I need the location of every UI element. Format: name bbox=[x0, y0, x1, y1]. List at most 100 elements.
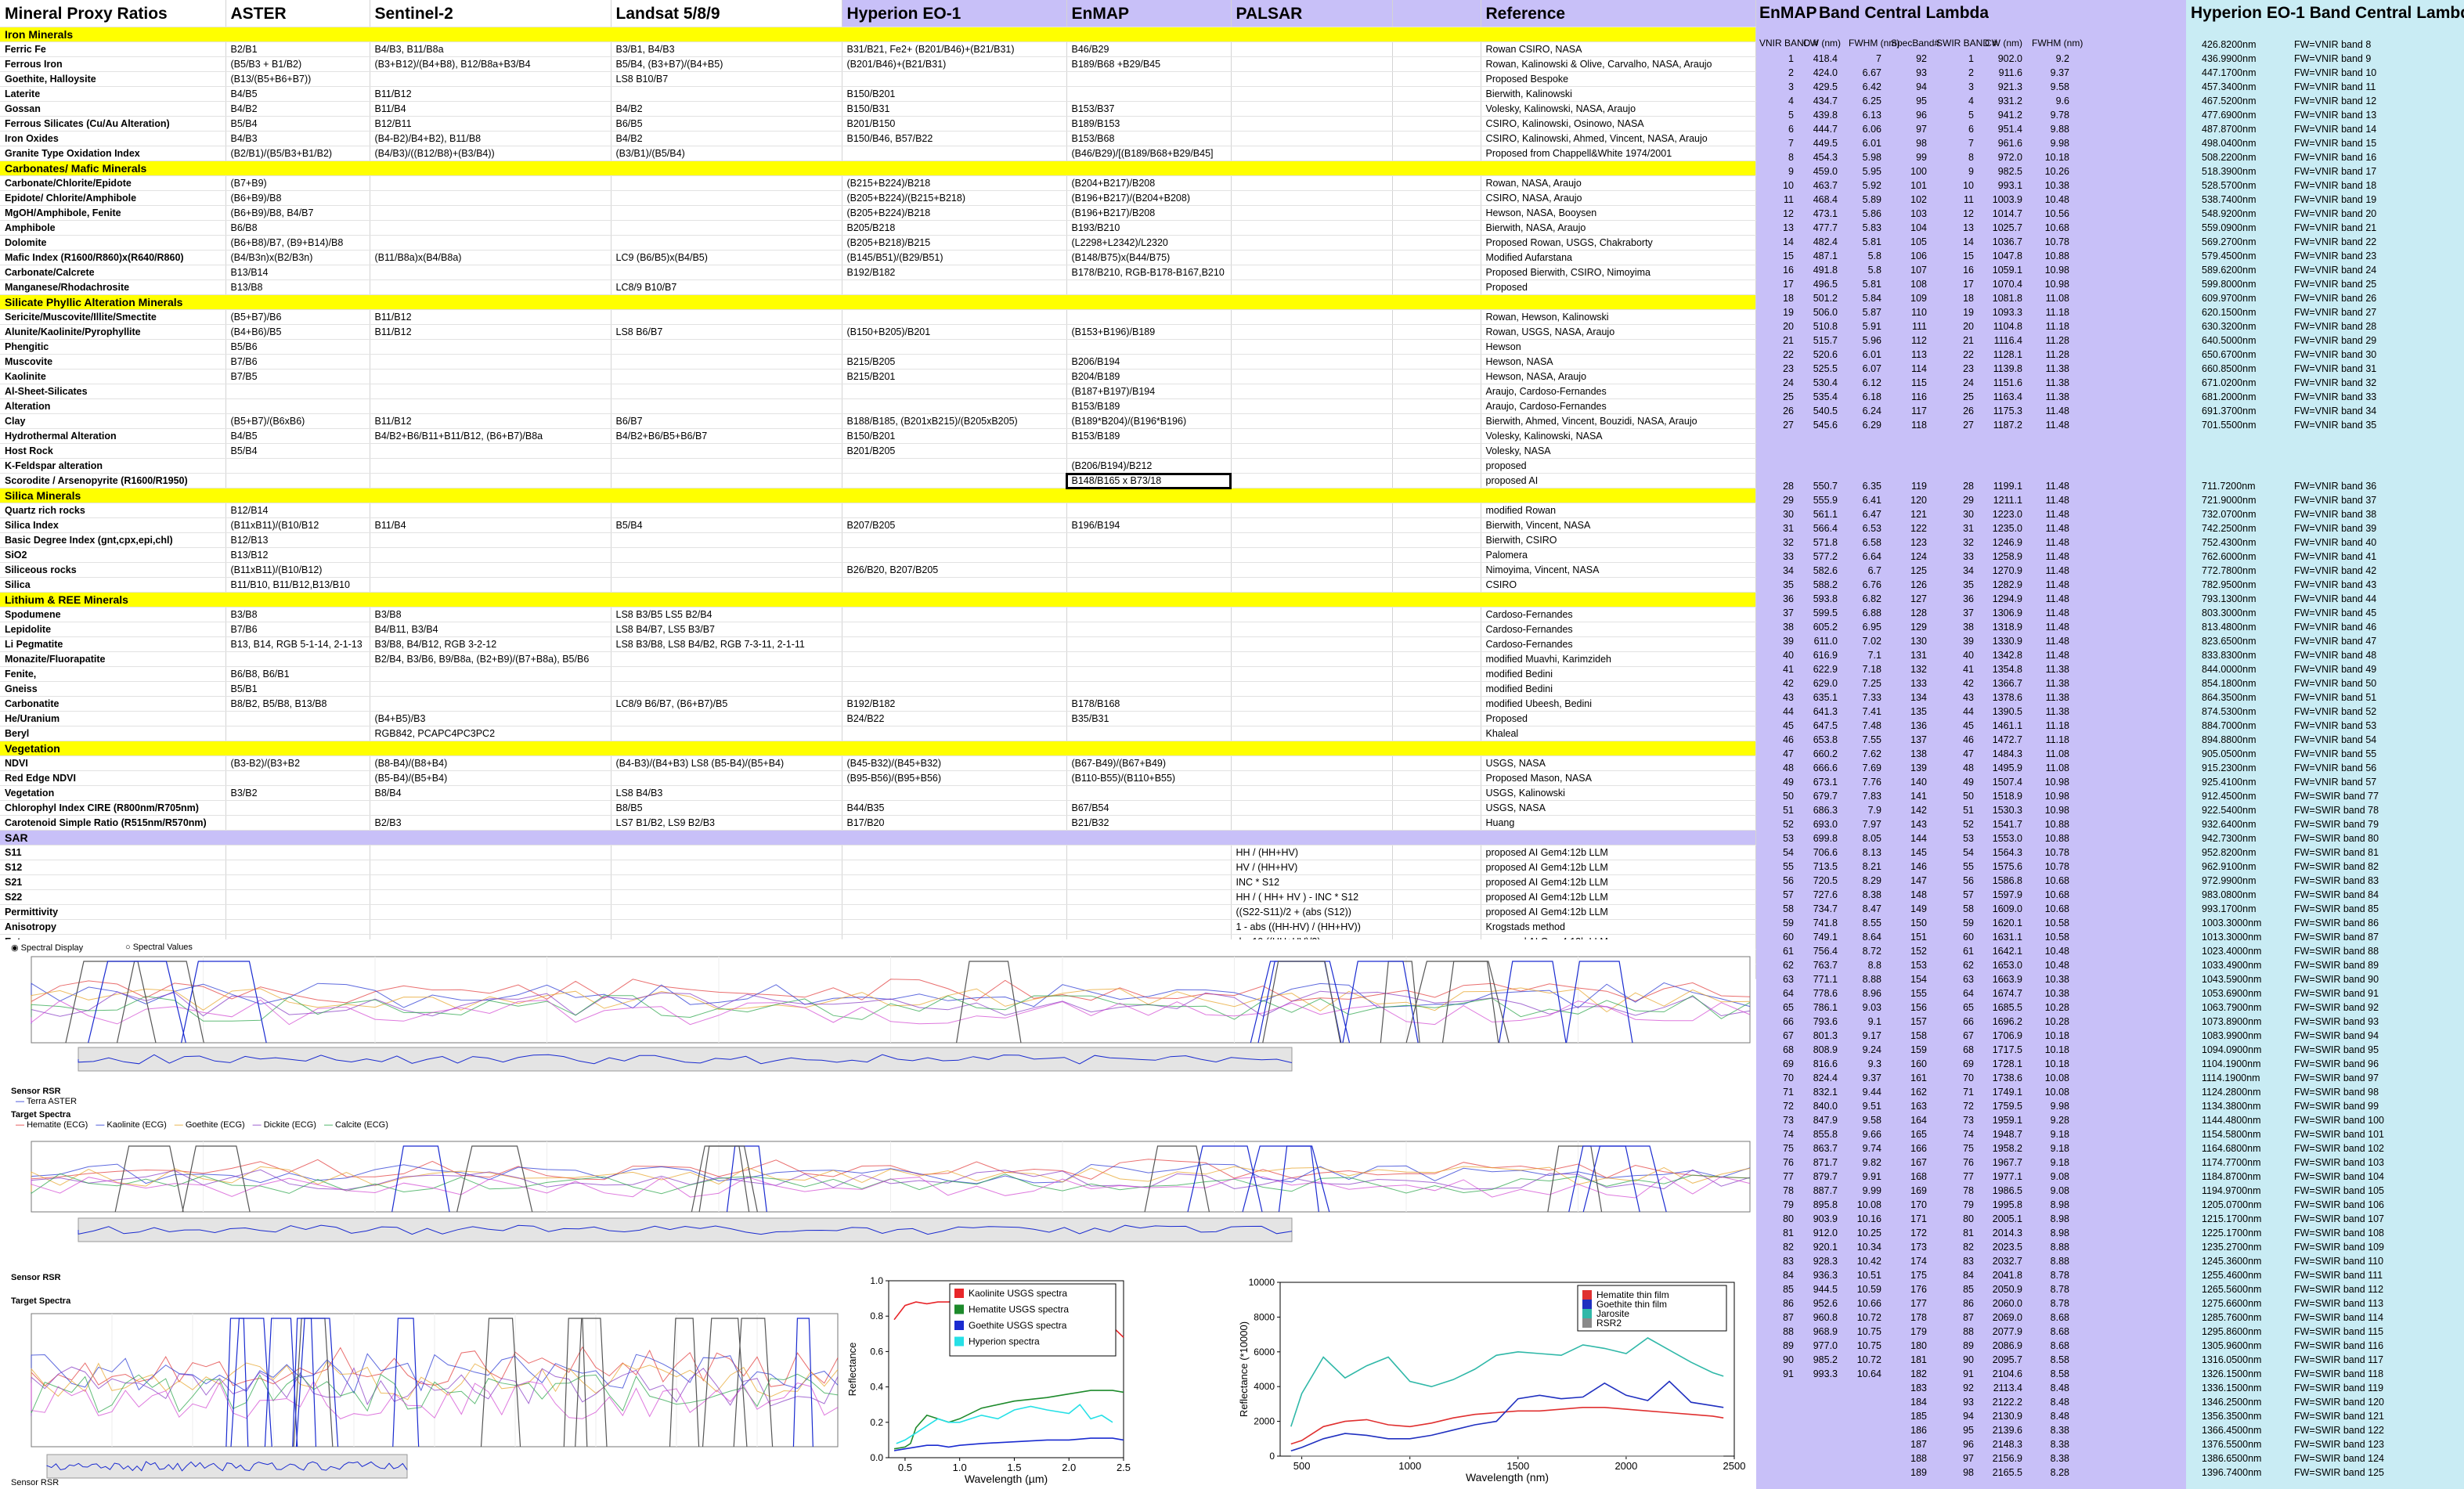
enmap-cell[interactable]: 27 bbox=[1751, 418, 1794, 432]
enmap-cell[interactable]: 11.38 bbox=[2027, 376, 2069, 390]
enmap-cell[interactable]: 13 bbox=[1751, 221, 1794, 235]
enmap-cell[interactable]: 148 bbox=[1885, 888, 1927, 902]
hyperion-band-label[interactable]: FW=VNIR band 33 bbox=[2294, 390, 2376, 404]
enmap-cell[interactable]: 10.48 bbox=[2027, 944, 2069, 958]
cell[interactable]: B12/B14 bbox=[225, 503, 370, 518]
hyperion-wavelength[interactable]: 477.6900nm bbox=[2202, 108, 2257, 122]
cell[interactable] bbox=[1066, 860, 1232, 875]
hyperion-band-label[interactable]: FW=SWIR band 85 bbox=[2294, 902, 2379, 916]
enmap-cell[interactable]: 26 bbox=[1751, 404, 1794, 418]
enmap-cell[interactable]: 134 bbox=[1885, 690, 1927, 705]
hyperion-wavelength[interactable]: 922.5400nm bbox=[2202, 803, 2257, 817]
enmap-cell[interactable]: 53 bbox=[1751, 831, 1794, 845]
cell[interactable]: HH / ( HH+ HV ) - INC * S12 bbox=[1231, 889, 1393, 905]
cell[interactable] bbox=[842, 681, 1067, 697]
enmap-cell[interactable]: 44 bbox=[1932, 705, 1974, 719]
hyperion-band-label[interactable]: FW=VNIR band 27 bbox=[2294, 305, 2376, 319]
enmap-cell[interactable]: 6.12 bbox=[1839, 376, 1881, 390]
enmap-cell[interactable]: 10.26 bbox=[2027, 164, 2069, 178]
enmap-cell[interactable]: 5.8 bbox=[1839, 249, 1881, 263]
enmap-cell[interactable]: 7.48 bbox=[1839, 719, 1881, 733]
cell[interactable] bbox=[1231, 726, 1393, 741]
enmap-cell[interactable]: 73 bbox=[1751, 1113, 1794, 1127]
enmap-cell[interactable]: 32 bbox=[1932, 535, 1974, 550]
hyperion-band-label[interactable]: FW=VNIR band 24 bbox=[2294, 263, 2376, 277]
enmap-cell[interactable]: 550.7 bbox=[1795, 479, 1838, 493]
enmap-cell[interactable]: 1211.1 bbox=[1980, 493, 2022, 507]
cell[interactable] bbox=[225, 651, 370, 667]
enmap-cell[interactable]: 11.38 bbox=[2027, 662, 2069, 676]
enmap-cell[interactable]: 1059.1 bbox=[1980, 263, 2022, 277]
overview-strip[interactable] bbox=[78, 1217, 1293, 1242]
cell[interactable] bbox=[225, 384, 370, 399]
enmap-cell[interactable]: 56 bbox=[1751, 874, 1794, 888]
enmap-cell[interactable]: 11.48 bbox=[2027, 620, 2069, 634]
cell[interactable] bbox=[1066, 726, 1232, 741]
hyperion-wavelength[interactable]: 467.5200nm bbox=[2202, 94, 2257, 108]
enmap-cell[interactable]: 2148.3 bbox=[1980, 1437, 2022, 1451]
cell[interactable]: (B6+B9)/B8, B4/B7 bbox=[225, 205, 370, 221]
cell[interactable] bbox=[225, 904, 370, 920]
hyperion-band-label[interactable]: FW=SWIR band 101 bbox=[2294, 1127, 2384, 1141]
hyperion-wavelength[interactable]: 1053.6900nm bbox=[2202, 986, 2261, 1000]
enmap-cell[interactable]: 1366.7 bbox=[1980, 676, 2022, 690]
enmap-cell[interactable]: 10.88 bbox=[2027, 249, 2069, 263]
enmap-cell[interactable]: 9.24 bbox=[1839, 1043, 1881, 1057]
enmap-cell[interactable]: 8.98 bbox=[2027, 1198, 2069, 1212]
hyperion-wavelength[interactable]: 569.2700nm bbox=[2202, 235, 2257, 249]
hyperion-band-label[interactable]: FW=SWIR band 92 bbox=[2294, 1000, 2379, 1015]
enmap-cell[interactable]: 545.6 bbox=[1795, 418, 1838, 432]
enmap-cell[interactable]: 510.8 bbox=[1795, 319, 1838, 333]
enmap-cell[interactable]: 801.3 bbox=[1795, 1029, 1838, 1043]
enmap-cell[interactable]: 855.8 bbox=[1795, 1127, 1838, 1141]
hyperion-band-label[interactable]: FW=SWIR band 103 bbox=[2294, 1156, 2384, 1170]
enmap-cell[interactable]: 10.68 bbox=[2027, 888, 2069, 902]
cell[interactable] bbox=[842, 71, 1067, 87]
cell[interactable]: Hewson, NASA, Booysen bbox=[1481, 205, 1756, 221]
enmap-cell[interactable]: 97 bbox=[1885, 122, 1927, 136]
enmap-cell[interactable]: 67 bbox=[1751, 1029, 1794, 1043]
cell[interactable] bbox=[1231, 339, 1393, 355]
enmap-cell[interactable]: 131 bbox=[1885, 648, 1927, 662]
cell[interactable] bbox=[1392, 785, 1481, 801]
enmap-cell[interactable]: 816.6 bbox=[1795, 1057, 1838, 1071]
cell[interactable]: B189/B68 +B29/B45 bbox=[1066, 56, 1232, 72]
enmap-cell[interactable]: 128 bbox=[1885, 606, 1927, 620]
enmap-cell[interactable]: 56 bbox=[1932, 874, 1974, 888]
enmap-cell[interactable]: 73 bbox=[1932, 1113, 1974, 1127]
cell[interactable]: B201/B205 bbox=[842, 443, 1067, 459]
cell[interactable]: Hewson bbox=[1481, 339, 1756, 355]
cell[interactable] bbox=[225, 770, 370, 786]
enmap-cell[interactable]: 10.08 bbox=[2027, 1071, 2069, 1085]
cell[interactable] bbox=[1392, 324, 1481, 340]
enmap-cell[interactable]: 45 bbox=[1751, 719, 1794, 733]
cell[interactable] bbox=[1231, 547, 1393, 563]
hyperion-band-label[interactable]: FW=SWIR band 88 bbox=[2294, 944, 2379, 958]
hyperion-band-label[interactable]: FW=VNIR band 44 bbox=[2294, 592, 2376, 606]
cell[interactable] bbox=[225, 845, 370, 860]
cell[interactable] bbox=[611, 205, 842, 221]
cell[interactable] bbox=[1231, 770, 1393, 786]
hyperion-wavelength[interactable]: 1225.1700nm bbox=[2202, 1226, 2261, 1240]
cell[interactable] bbox=[1392, 904, 1481, 920]
cell[interactable] bbox=[1231, 577, 1393, 593]
enmap-cell[interactable]: 43 bbox=[1932, 690, 1974, 705]
enmap-cell[interactable]: 903.9 bbox=[1795, 1212, 1838, 1226]
enmap-cell[interactable]: 7.69 bbox=[1839, 761, 1881, 775]
enmap-cell[interactable]: 2060.0 bbox=[1980, 1296, 2022, 1311]
enmap-cell[interactable]: 38 bbox=[1751, 620, 1794, 634]
cell[interactable] bbox=[1066, 622, 1232, 637]
enmap-cell[interactable]: 32 bbox=[1751, 535, 1794, 550]
cell[interactable]: Carbonate/Calcrete bbox=[0, 265, 226, 280]
enmap-cell[interactable]: 87 bbox=[1751, 1311, 1794, 1325]
enmap-cell[interactable]: 1986.5 bbox=[1980, 1184, 2022, 1198]
cell[interactable] bbox=[1392, 681, 1481, 697]
cell[interactable] bbox=[1231, 562, 1393, 578]
cell[interactable]: B178/B168 bbox=[1066, 696, 1232, 712]
enmap-cell[interactable]: 985.2 bbox=[1795, 1353, 1838, 1367]
cell[interactable] bbox=[370, 800, 611, 816]
enmap-cell[interactable]: 69 bbox=[1932, 1057, 1974, 1071]
column-header-0[interactable]: Mineral Proxy Ratios bbox=[0, 0, 226, 27]
enmap-cell[interactable]: 454.3 bbox=[1795, 150, 1838, 164]
spectral-plot-top[interactable] bbox=[0, 939, 1755, 1088]
